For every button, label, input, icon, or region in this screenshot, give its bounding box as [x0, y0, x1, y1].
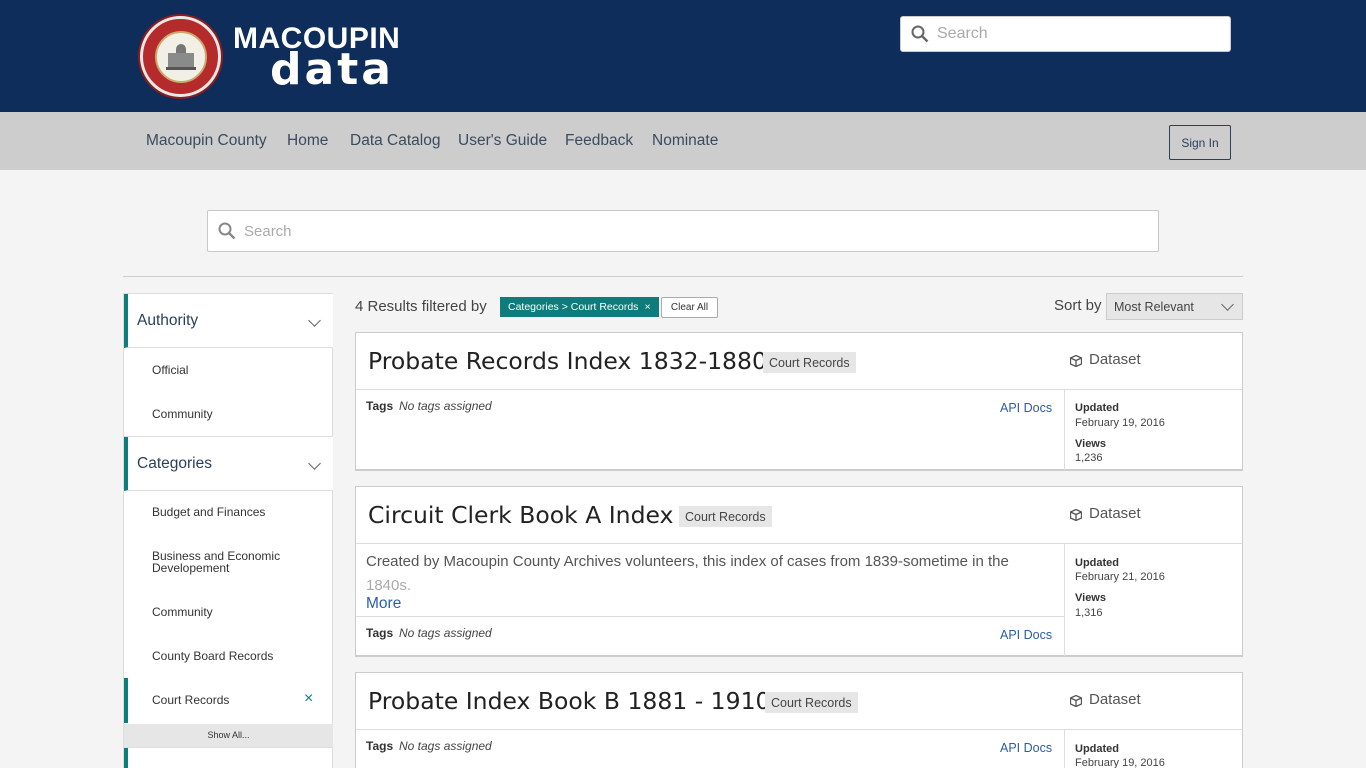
facet-item-court-records[interactable]: Court Records	[152, 694, 302, 706]
facet-item-county-board[interactable]: County Board Records	[152, 650, 302, 662]
card-divider-vertical	[1064, 543, 1065, 656]
result-card: Probate Index Book B 1881 - 1910 Court R…	[355, 672, 1243, 768]
next-facet-indicator	[124, 748, 128, 768]
card-divider	[356, 389, 1242, 390]
nav-item-home[interactable]: Home	[287, 132, 328, 150]
result-type: Dataset	[1069, 691, 1141, 708]
nav-item-data-catalog[interactable]: Data Catalog	[350, 132, 440, 150]
clear-all-button[interactable]: Clear All	[661, 297, 718, 318]
result-card: Circuit Clerk Book A Index Court Records…	[355, 486, 1243, 657]
filter-chip-label: Categories > Court Records	[508, 301, 639, 313]
facet-sidebar: Authority Official Community Categories …	[123, 293, 333, 768]
card-divider-vertical	[1064, 729, 1065, 768]
views-label: Views	[1075, 592, 1106, 604]
county-seal-logo[interactable]	[140, 16, 221, 97]
show-all-link[interactable]: Show All...	[124, 724, 333, 747]
results-count: 4 Results filtered by	[355, 298, 487, 315]
search-icon	[911, 25, 929, 43]
facet-item-business[interactable]: Business and Economic Developement	[152, 550, 302, 574]
updated-label: Updated	[1075, 402, 1119, 414]
seal-center	[154, 30, 207, 83]
filter-chip[interactable]: Categories > Court Records ×	[500, 297, 659, 317]
search-icon	[218, 222, 236, 240]
updated-value: February 19, 2016	[1075, 757, 1165, 768]
result-title[interactable]: Probate Index Book B 1881 - 1910	[368, 687, 770, 715]
result-title[interactable]: Circuit Clerk Book A Index	[368, 501, 673, 529]
tags-label: Tags	[366, 399, 394, 413]
result-description: Created by Macoupin County Archives volu…	[366, 550, 1056, 598]
category-badge[interactable]: Court Records	[763, 352, 856, 373]
courthouse-icon	[165, 43, 196, 70]
tags-label: Tags	[366, 739, 394, 753]
dataset-icon	[1069, 694, 1083, 708]
api-docs-link[interactable]: API Docs	[1000, 741, 1052, 755]
facet-separator	[124, 747, 333, 748]
nav-item-nominate[interactable]: Nominate	[652, 132, 718, 150]
facet-categories-header[interactable]: Categories	[124, 437, 333, 491]
result-type: Dataset	[1069, 351, 1141, 368]
category-badge[interactable]: Court Records	[765, 692, 858, 713]
result-type: Dataset	[1069, 505, 1141, 522]
api-docs-link[interactable]: API Docs	[1000, 628, 1052, 642]
close-icon[interactable]: ×	[644, 301, 650, 313]
sort-select-value: Most Relevant	[1114, 299, 1194, 314]
api-docs-link[interactable]: API Docs	[1000, 401, 1052, 415]
tags-value: No tags assigned	[399, 626, 492, 640]
facet-item-community[interactable]: Community	[152, 408, 302, 420]
logo-subtitle[interactable]: data	[270, 44, 394, 95]
card-divider	[356, 543, 1242, 544]
main-nav: Macoupin County Home Data Catalog User's…	[0, 112, 1366, 170]
remove-filter-icon[interactable]: ×	[304, 690, 313, 708]
chevron-down-icon	[308, 314, 321, 327]
views-value: 1,316	[1075, 607, 1103, 619]
result-type-label: Dataset	[1089, 505, 1141, 522]
updated-value: February 19, 2016	[1075, 417, 1165, 429]
updated-label: Updated	[1075, 743, 1119, 755]
tags-value: No tags assigned	[399, 399, 492, 413]
dataset-icon	[1069, 354, 1083, 368]
nav-item-users-guide[interactable]: User's Guide	[458, 132, 547, 150]
result-card: Probate Records Index 1832-1880 Court Re…	[355, 332, 1243, 471]
active-facet-indicator	[124, 678, 128, 723]
result-type-label: Dataset	[1089, 351, 1141, 368]
facet-authority-header[interactable]: Authority	[124, 294, 333, 348]
category-badge[interactable]: Court Records	[679, 506, 772, 527]
header-search-input[interactable]	[937, 25, 1207, 43]
catalog-search-input[interactable]	[244, 222, 1124, 240]
updated-value: February 21, 2016	[1075, 571, 1165, 583]
tags-label: Tags	[366, 626, 394, 640]
facet-categories-title: Categories	[137, 455, 212, 472]
views-value: 1,236	[1075, 452, 1103, 464]
chevron-down-icon	[308, 457, 321, 470]
more-link[interactable]: More	[366, 595, 401, 613]
nav-item-macoupin-county[interactable]: Macoupin County	[146, 132, 267, 150]
result-title[interactable]: Probate Records Index 1832-1880	[368, 347, 767, 375]
site-header: MACOUPIN data	[0, 0, 1366, 112]
card-divider	[356, 616, 1064, 617]
dataset-icon	[1069, 508, 1083, 522]
result-description-fade: 1840s.	[366, 577, 412, 594]
chevron-down-icon	[1221, 298, 1234, 311]
views-label: Views	[1075, 438, 1106, 450]
card-divider	[356, 729, 1242, 730]
facet-item-community-cat[interactable]: Community	[152, 606, 302, 618]
sign-in-button[interactable]: Sign In	[1169, 125, 1231, 160]
tags-value: No tags assigned	[399, 739, 492, 753]
header-search-box[interactable]	[900, 16, 1231, 52]
sort-select[interactable]: Most Relevant	[1106, 293, 1243, 320]
result-type-label: Dataset	[1089, 691, 1141, 708]
nav-item-feedback[interactable]: Feedback	[565, 132, 633, 150]
facet-item-budget[interactable]: Budget and Finances	[152, 506, 302, 518]
result-description-line: Created by Macoupin County Archives volu…	[366, 553, 1009, 570]
facet-authority-title: Authority	[137, 312, 199, 329]
updated-label: Updated	[1075, 557, 1119, 569]
divider	[123, 276, 1243, 277]
catalog-search-box[interactable]	[207, 210, 1159, 252]
sort-label: Sort by	[1054, 297, 1102, 314]
facet-item-official[interactable]: Official	[152, 364, 302, 376]
card-divider-vertical	[1064, 389, 1065, 470]
